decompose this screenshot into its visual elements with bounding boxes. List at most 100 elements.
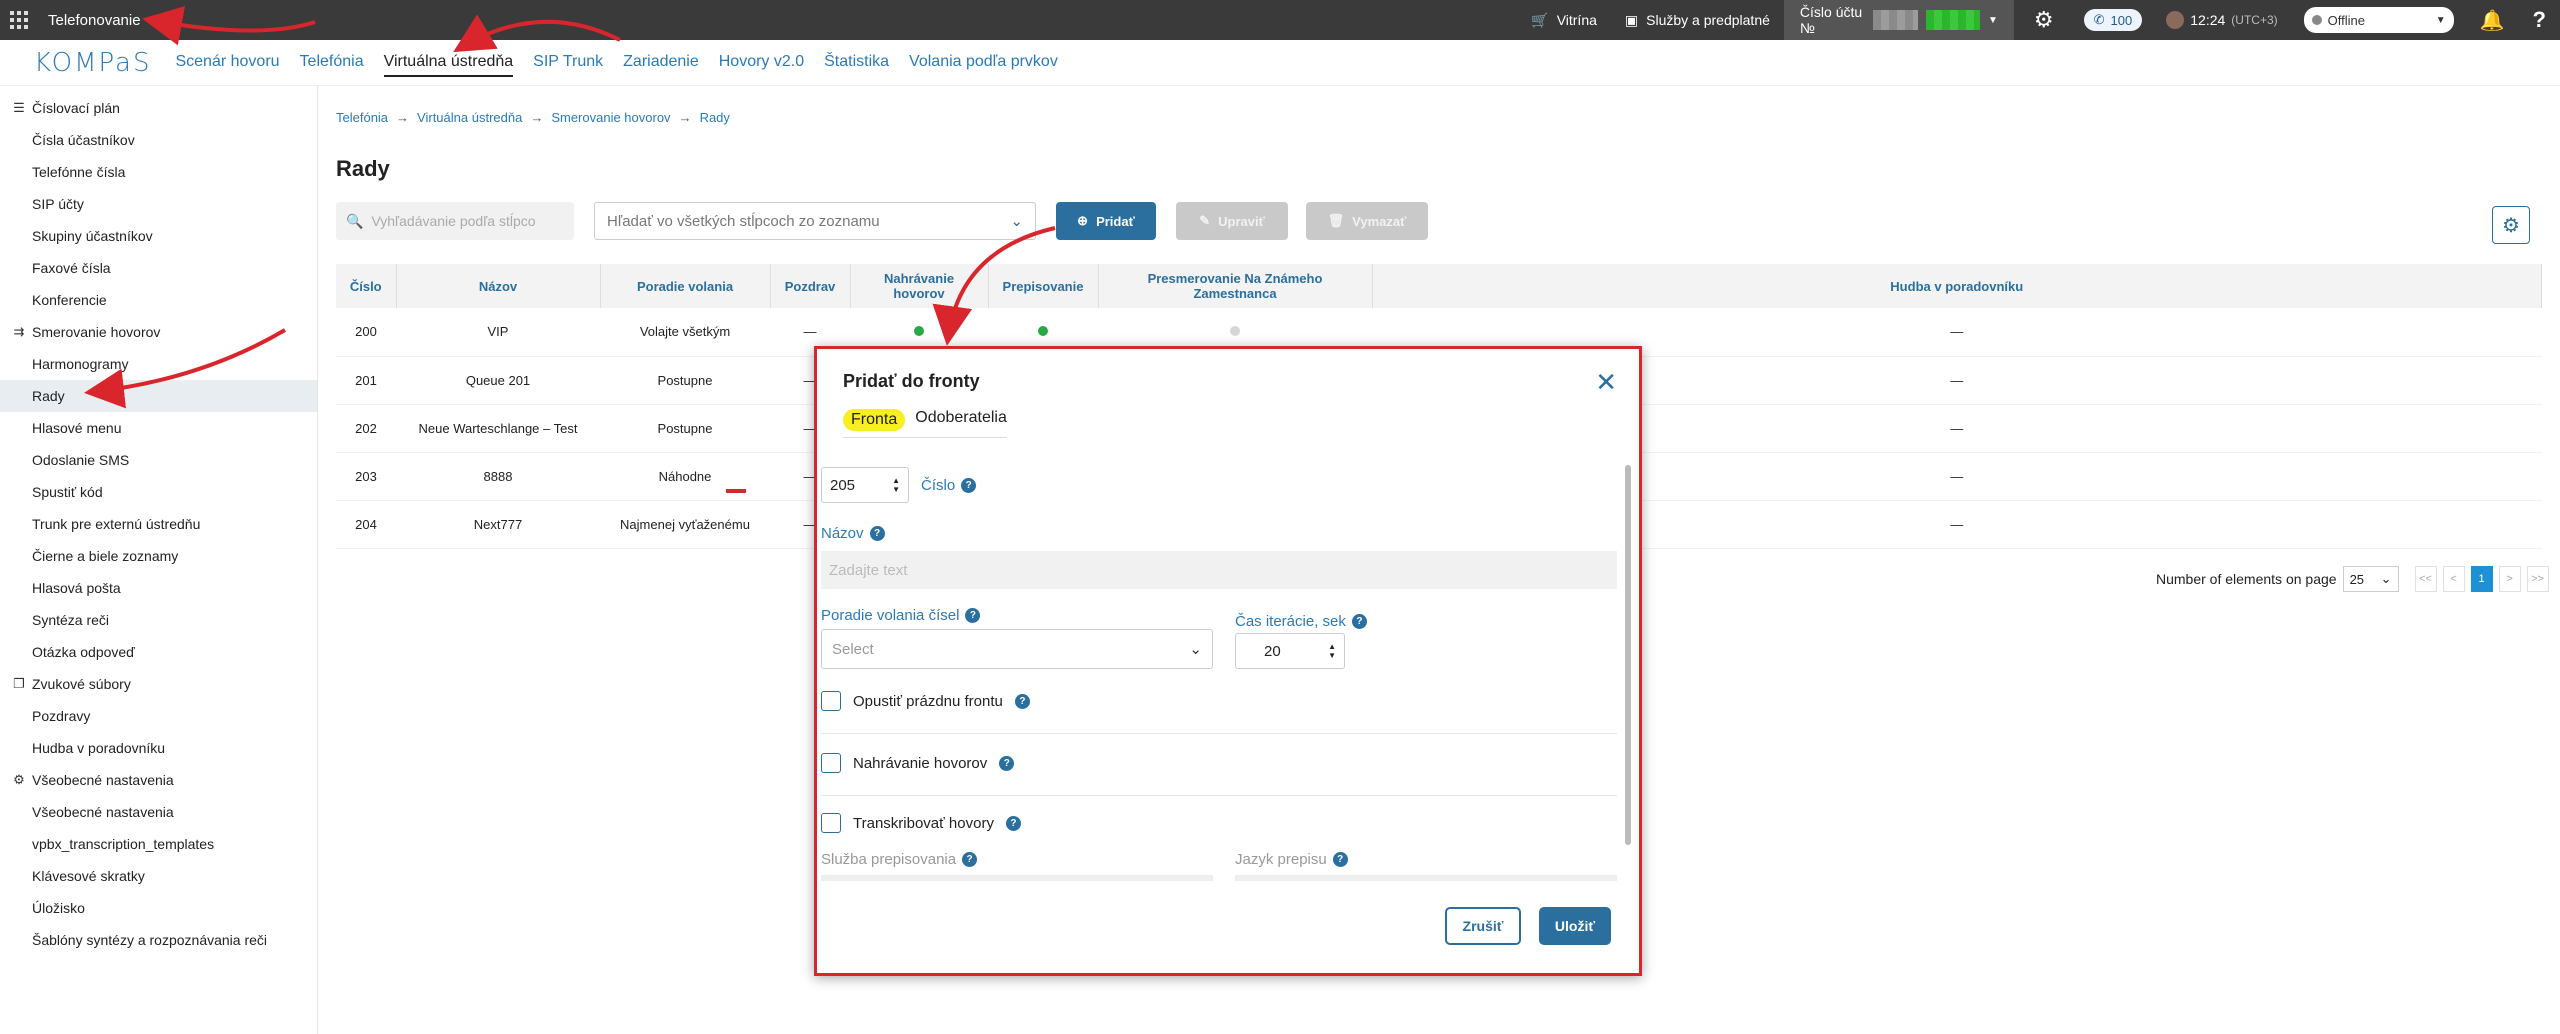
sidebar-item-voice-menu[interactable]: Hlasové menu xyxy=(0,412,317,444)
all-columns-filter-select[interactable]: Hľadať vo všetkých stĺpcoch zo zoznamu ⌄ xyxy=(594,202,1036,240)
sidebar-item-black-white-lists[interactable]: Čierne a biele zoznamy xyxy=(0,540,317,572)
user-avatar[interactable] xyxy=(2166,11,2185,29)
help-icon[interactable]: ? xyxy=(1014,693,1030,709)
breadcrumb-telephony[interactable]: Telefónia xyxy=(336,110,388,125)
transcribe-service-select[interactable] xyxy=(821,875,1213,881)
breadcrumb-virtual-pbx[interactable]: Virtuálna ústredňa xyxy=(417,110,522,125)
help-icon[interactable]: ? xyxy=(869,526,885,541)
apps-grid-icon[interactable] xyxy=(0,0,38,40)
tab-subscribers[interactable]: Odoberatelia xyxy=(915,409,1007,431)
sidebar-item-greetings[interactable]: Pozdravy xyxy=(0,700,317,732)
col-transcription[interactable]: Prepisovanie xyxy=(988,264,1099,308)
nav-virtual-pbx[interactable]: Virtuálna ústredňa xyxy=(383,49,514,77)
sidebar-group-audio[interactable]: ❐ Zvukové súbory xyxy=(0,668,317,700)
sidebar-group-general[interactable]: ⚙ Všeobecné nastavenia xyxy=(0,764,317,796)
sidebar-item-subscriber-groups[interactable]: Skupiny účastníkov xyxy=(0,220,317,252)
help-icon[interactable]: ? xyxy=(1351,614,1367,629)
nav-devices[interactable]: Zariadenie xyxy=(623,49,699,77)
col-call-order[interactable]: Poradie volania xyxy=(600,264,771,308)
bell-icon[interactable]: 🔔 xyxy=(2466,0,2519,40)
name-input[interactable]: Zadajte text xyxy=(821,551,1617,589)
column-search-input[interactable]: 🔍 Vyhľadávanie podľa stĺpco xyxy=(336,202,574,240)
stepper-arrows-icon[interactable]: ▲ ▼ xyxy=(892,476,900,494)
logo[interactable]: KOMPaS xyxy=(34,48,151,78)
help-icon[interactable]: ? xyxy=(962,852,978,867)
sidebar-item-transcription-templates[interactable]: vpbx_transcription_templates xyxy=(0,828,317,860)
breadcrumb-queues[interactable]: Rady xyxy=(700,110,730,125)
current-page-button[interactable]: 1 xyxy=(2470,566,2493,592)
sidebar-item-speech-templates[interactable]: Šablóny syntézy a rozpoznávania reči xyxy=(0,924,317,956)
transcribe-checkbox[interactable] xyxy=(821,813,841,833)
edit-button[interactable]: ✎ Upraviť xyxy=(1176,202,1288,240)
number-stepper[interactable]: 205 ▲ ▼ xyxy=(821,467,909,503)
next-page-button[interactable]: > xyxy=(2498,566,2521,592)
dialog-scrollbar[interactable] xyxy=(1625,465,1631,845)
sidebar-item-speech-synthesis[interactable]: Syntéza reči xyxy=(0,604,317,636)
help-icon[interactable]: ? xyxy=(961,477,977,493)
help-icon[interactable]: ? xyxy=(2519,0,2560,40)
sidebar-item-voicemail[interactable]: Hlasová pošta xyxy=(0,572,317,604)
account-balance-redacted xyxy=(1925,10,1980,30)
close-icon[interactable]: ✕ xyxy=(1595,367,1617,398)
tab-queue[interactable]: Fronta xyxy=(843,409,906,431)
stepper-arrows-icon[interactable]: ▲ ▼ xyxy=(1328,642,1336,660)
prev-page-button[interactable]: < xyxy=(2442,566,2465,592)
col-redirect-known[interactable]: Presmerovanie Na Známeho Zamestnanca xyxy=(1098,264,1373,308)
delete-button[interactable]: 🗑 Vymazať xyxy=(1306,202,1428,240)
account-selector[interactable]: Číslo účtu № ▼ xyxy=(1783,0,2014,40)
save-button[interactable]: Uložiť xyxy=(1539,907,1611,945)
nav-scenario[interactable]: Scenár hovoru xyxy=(175,49,279,77)
col-name[interactable]: Názov xyxy=(396,264,601,308)
add-button[interactable]: ⊕ Pridať xyxy=(1056,202,1156,240)
help-icon[interactable]: ? xyxy=(1005,815,1021,831)
sidebar-item-subscriber-numbers[interactable]: Čísla účastníkov xyxy=(0,124,317,156)
cancel-button[interactable]: Zrušiť xyxy=(1445,907,1521,945)
sidebar-group-numbering[interactable]: ☰ Číslovací plán xyxy=(0,92,317,124)
nav-calls-v2[interactable]: Hovory v2.0 xyxy=(719,49,804,77)
nav-sip-trunk[interactable]: SIP Trunk xyxy=(533,49,603,77)
sidebar-item-send-sms[interactable]: Odoslanie SMS xyxy=(0,444,317,476)
iteration-stepper[interactable]: 20 ▲ ▼ xyxy=(1235,633,1345,669)
call-order-select[interactable]: Select ⌄ xyxy=(821,629,1213,669)
status-on-dot xyxy=(1038,326,1048,337)
recording-checkbox[interactable] xyxy=(821,753,841,773)
sidebar-item-sip-accounts[interactable]: SIP účty xyxy=(0,188,317,220)
nav-calls-by-element[interactable]: Volania podľa prvkov xyxy=(909,49,1058,77)
sidebar-item-run-code[interactable]: Spustiť kód xyxy=(0,476,317,508)
col-recording[interactable]: Nahrávanie hovorov xyxy=(850,264,989,308)
sidebar-item-storage[interactable]: Úložisko xyxy=(0,892,317,924)
sidebar-item-shortcuts[interactable]: Klávesové skratky xyxy=(0,860,317,892)
nav-statistics[interactable]: Štatistika xyxy=(824,49,889,77)
calls-counter[interactable]: ✆ 100 xyxy=(2083,9,2143,31)
first-page-button[interactable]: << xyxy=(2414,566,2437,592)
breadcrumb-routing[interactable]: Smerovanie hovorov xyxy=(551,110,670,125)
sidebar-group-routing[interactable]: ⇉ Smerovanie hovorov xyxy=(0,316,317,348)
sidebar-item-phone-numbers[interactable]: Telefónne čísla xyxy=(0,156,317,188)
nav-telephony[interactable]: Telefónia xyxy=(300,49,364,77)
sidebar-item-queues[interactable]: Rady xyxy=(0,380,317,412)
help-icon[interactable]: ? xyxy=(1332,852,1348,867)
sidebar-item-schedules[interactable]: Harmonogramy xyxy=(0,348,317,380)
settings-gear-icon[interactable]: ⚙ xyxy=(2014,0,2074,40)
help-icon[interactable]: ? xyxy=(965,608,981,623)
col-greeting[interactable]: Pozdrav xyxy=(770,264,851,308)
sidebar-item-question-answer[interactable]: Otázka odpoveď xyxy=(0,636,317,668)
status-select[interactable]: Offline ▼ xyxy=(2303,7,2454,33)
page-size-select[interactable]: 25 ⌄ xyxy=(2342,566,2399,592)
transcribe-language-select[interactable] xyxy=(1235,875,1617,881)
table-settings-gear-icon[interactable]: ⚙ xyxy=(2492,206,2530,244)
col-number[interactable]: Číslo xyxy=(336,264,397,308)
last-page-button[interactable]: >> xyxy=(2526,566,2549,592)
help-icon[interactable]: ? xyxy=(999,755,1015,771)
sidebar-item-fax-numbers[interactable]: Faxové čísla xyxy=(0,252,317,284)
sidebar-item-general-settings[interactable]: Všeobecné nastavenia xyxy=(0,796,317,828)
sidebar-item-hold-music[interactable]: Hudba v poradovníku xyxy=(0,732,317,764)
col-hold-music[interactable]: Hudba v poradovníku xyxy=(1372,264,2542,308)
services-link[interactable]: ▣ Služby a predplatné xyxy=(1611,0,1784,40)
showcase-link[interactable]: 🛒 Vitrína xyxy=(1517,0,1611,40)
gear-icon: ⚙ xyxy=(13,772,25,787)
sidebar-item-external-trunk[interactable]: Trunk pre externú ústredňu xyxy=(0,508,317,540)
app-title[interactable]: Telefonovanie xyxy=(48,12,141,29)
sidebar-item-conferences[interactable]: Konferencie xyxy=(0,284,317,316)
leave-empty-checkbox[interactable] xyxy=(821,691,841,711)
